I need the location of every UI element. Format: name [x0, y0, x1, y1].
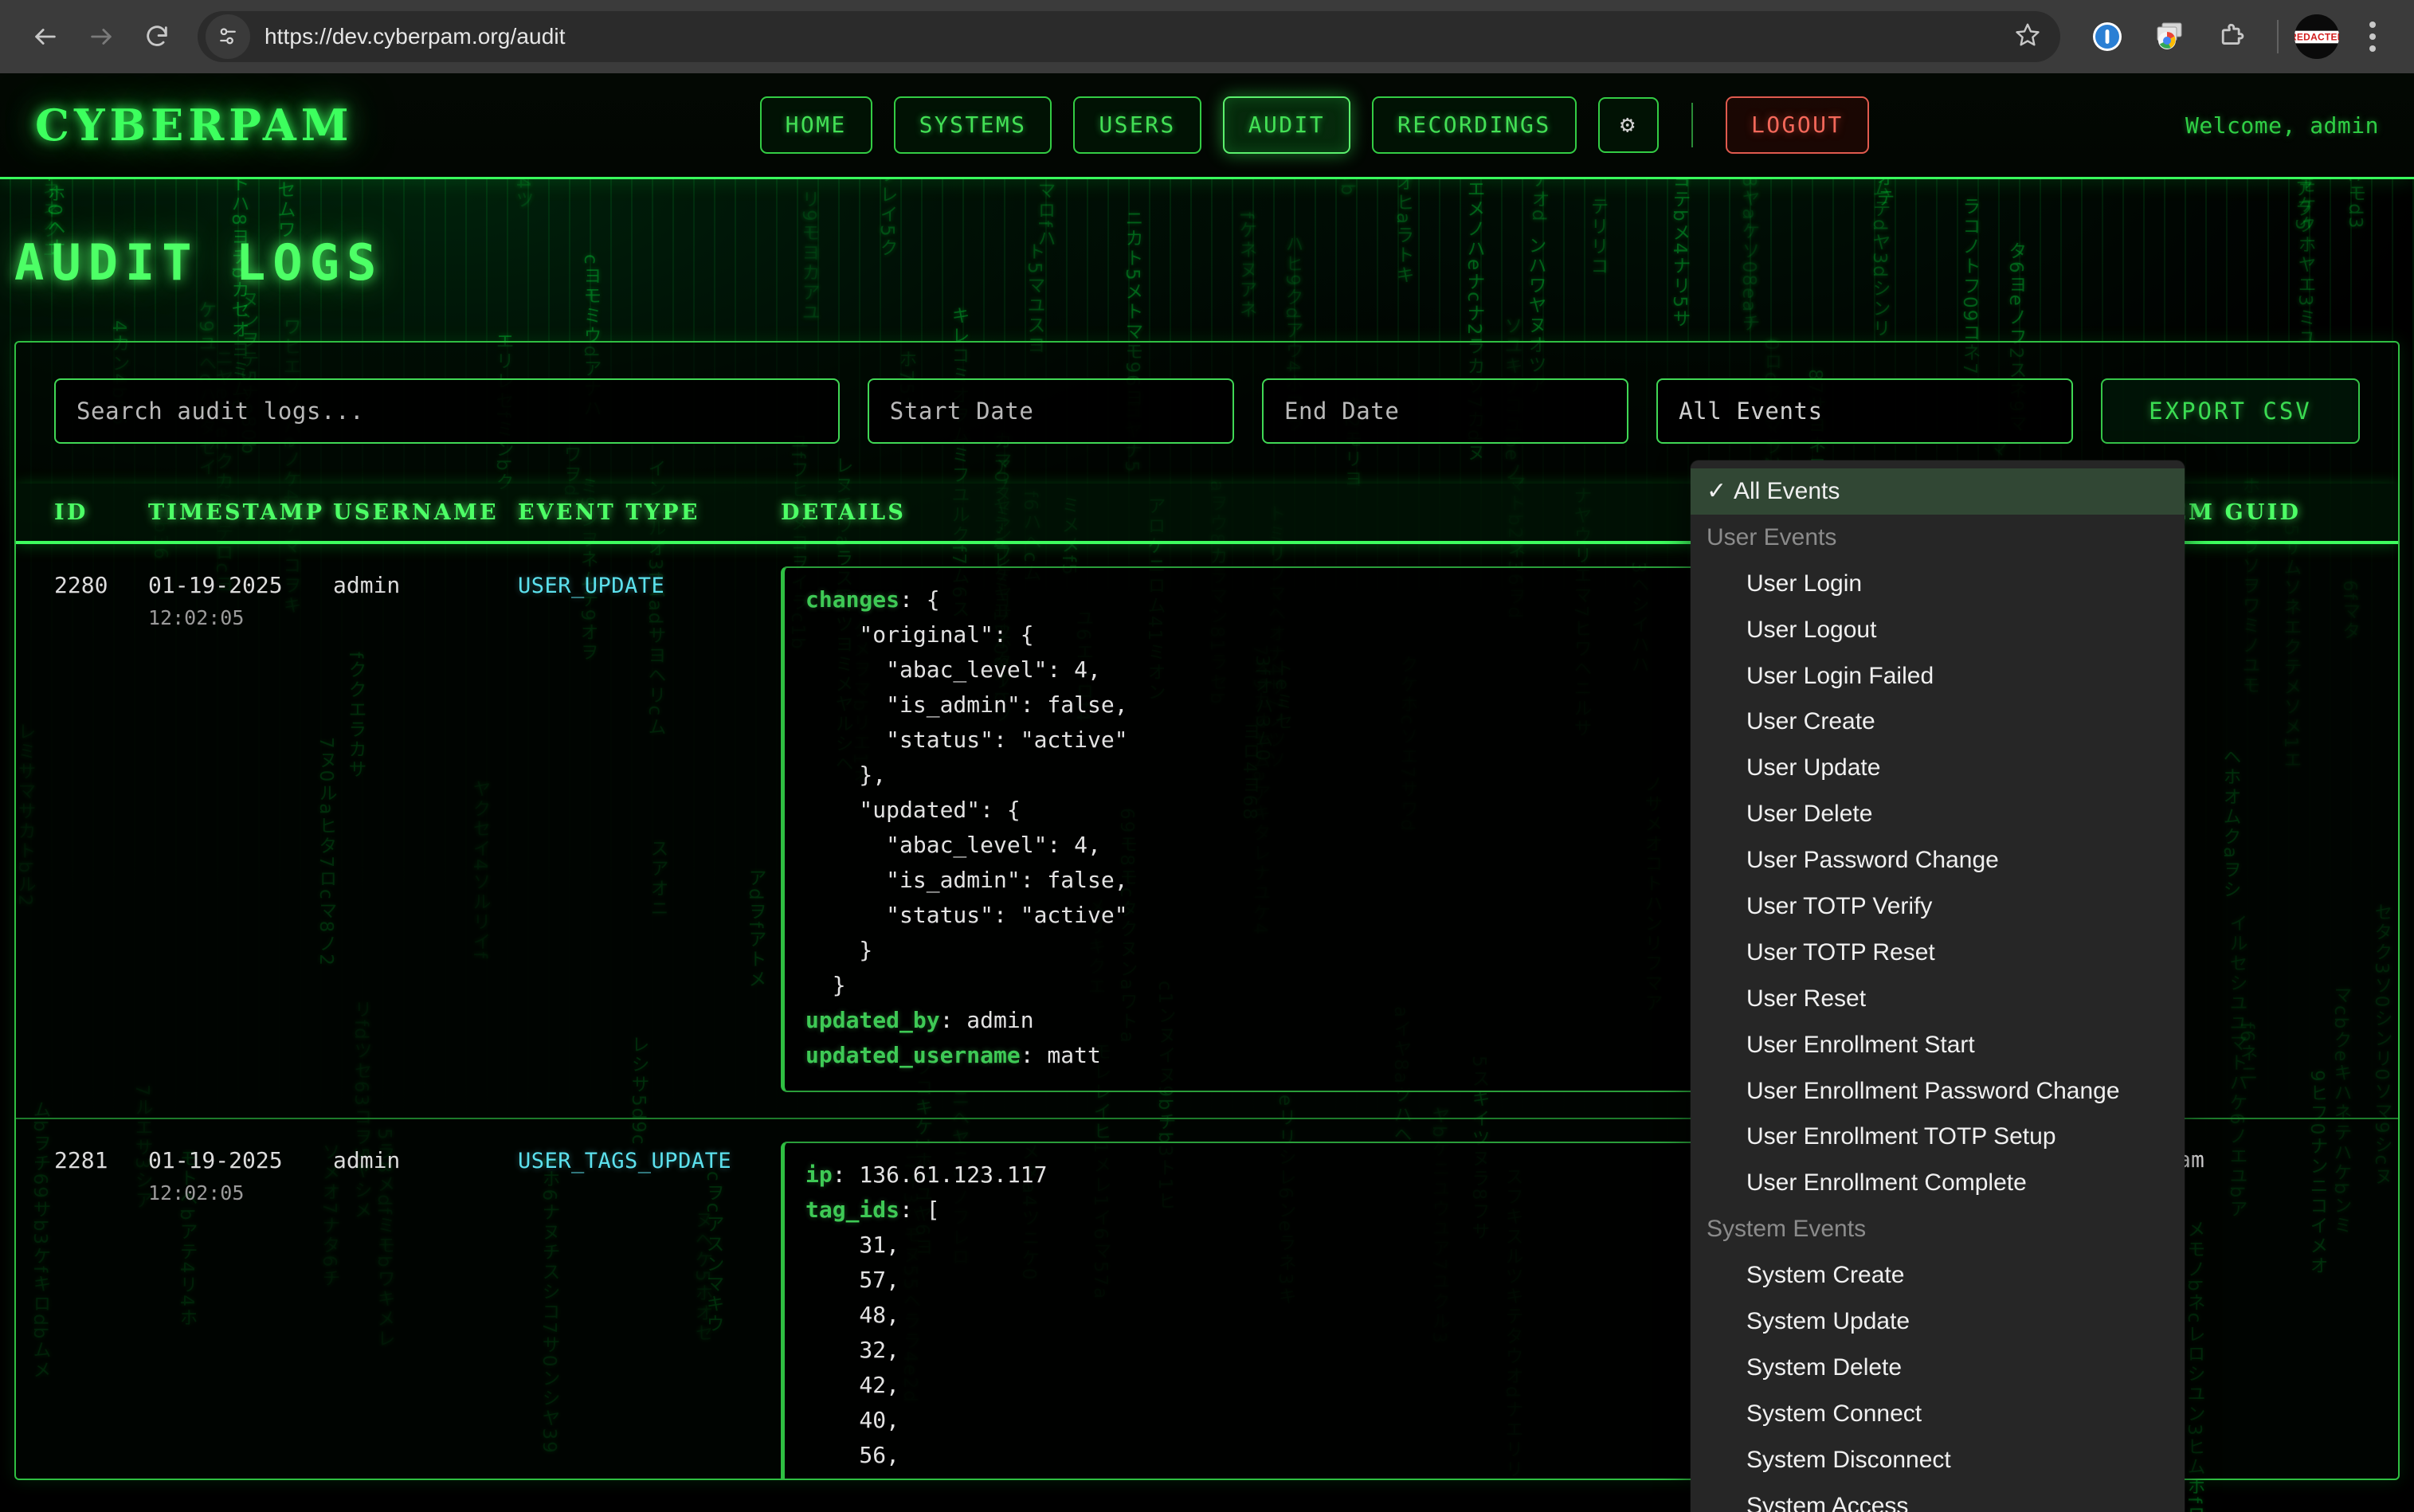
details-key: changes	[805, 586, 899, 613]
nav-item-home[interactable]: HOME	[760, 96, 872, 154]
logout-button[interactable]: LOGOUT	[1726, 96, 1869, 154]
onepassword-extension-icon[interactable]	[2083, 12, 2132, 61]
column-header-timestamp[interactable]: TIMESTAMP	[148, 500, 333, 525]
cell-event-type: USER_TAGS_UPDATE	[518, 1142, 781, 1176]
settings-gear-icon[interactable]: ⚙	[1598, 97, 1659, 153]
dropdown-item-9[interactable]: User TOTP Verify	[1691, 883, 2185, 930]
cell-username: admin	[333, 1142, 518, 1176]
search-input[interactable]: Search audit logs...	[54, 378, 840, 444]
dropdown-item-6[interactable]: User Update	[1691, 745, 2185, 791]
dropdown-item-2[interactable]: User Login	[1691, 561, 2185, 607]
nav-item-users[interactable]: USERS	[1073, 96, 1201, 154]
check-icon: ✓	[1707, 476, 1734, 507]
dropdown-item-3[interactable]: User Logout	[1691, 607, 2185, 653]
cell-time: 12:02:05	[148, 1180, 333, 1206]
nav-item-audit[interactable]: AUDIT	[1223, 96, 1350, 154]
dropdown-item-21[interactable]: System Disconnect	[1691, 1437, 2185, 1483]
cell-id: 2281	[54, 1142, 148, 1176]
app-root: リヒニキ2ノサメオコトハンリフマア9フエヨヘ7クヨサテルンモリスハラハヒ9クdア…	[0, 73, 2414, 1512]
chrome-menu-icon[interactable]	[2350, 12, 2395, 61]
dropdown-item-10[interactable]: User TOTP Reset	[1691, 930, 2185, 976]
event-type-select[interactable]: All Events	[1656, 378, 2073, 444]
details-key: updated_username	[805, 1042, 1021, 1068]
start-date-input[interactable]: Start Date	[868, 378, 1234, 444]
welcome-text: Welcome, admin	[2185, 112, 2379, 139]
dropdown-item-17[interactable]: System Create	[1691, 1252, 2185, 1299]
cell-time: 12:02:05	[148, 605, 333, 631]
back-button[interactable]	[19, 10, 72, 63]
extensions-icon[interactable]	[2207, 12, 2256, 61]
main-nav: HOME SYSTEMS USERS AUDIT RECORDINGS ⚙ LO…	[760, 96, 1869, 154]
site-info-icon[interactable]	[206, 14, 250, 59]
bookmark-icon[interactable]	[2014, 22, 2041, 53]
cell-timestamp: 01-19-202512:02:05	[148, 1142, 333, 1206]
reload-button[interactable]	[131, 10, 183, 63]
cell-event-type: USER_UPDATE	[518, 566, 781, 601]
brand-logo[interactable]: CYBERPAM	[35, 100, 354, 151]
export-csv-button[interactable]: EXPORT CSV	[2101, 378, 2360, 444]
screenshot-extension-icon[interactable]	[2145, 12, 2194, 61]
browser-toolbar: https://dev.cyberpam.org/audit REDACTED	[0, 0, 2414, 73]
dropdown-group-label: System Events	[1691, 1206, 2185, 1252]
column-header-username[interactable]: USERNAME	[333, 500, 518, 525]
dropdown-group-label: User Events	[1691, 515, 2185, 561]
dropdown-item-14[interactable]: User Enrollment TOTP Setup	[1691, 1114, 2185, 1160]
column-header-id[interactable]: ID	[54, 500, 148, 525]
dropdown-item-22[interactable]: System Access	[1691, 1483, 2185, 1512]
url-text: https://dev.cyberpam.org/audit	[265, 24, 566, 49]
cell-timestamp: 01-19-202512:02:05	[148, 566, 333, 631]
event-type-select-value: All Events	[1679, 398, 1823, 425]
column-header-event-type[interactable]: EVENT TYPE	[518, 500, 781, 525]
dropdown-item-7[interactable]: User Delete	[1691, 791, 2185, 837]
end-date-input[interactable]: End Date	[1262, 378, 1628, 444]
nav-item-recordings[interactable]: RECORDINGS	[1372, 96, 1577, 154]
dropdown-item-4[interactable]: User Login Failed	[1691, 653, 2185, 699]
cell-username: admin	[333, 566, 518, 601]
dropdown-item-19[interactable]: System Delete	[1691, 1345, 2185, 1391]
dropdown-item-13[interactable]: User Enrollment Password Change	[1691, 1068, 2185, 1114]
site-header: CYBERPAM HOME SYSTEMS USERS AUDIT RECORD…	[0, 73, 2414, 179]
page-title: AUDIT LOGS	[0, 179, 2414, 292]
details-key: tag_ids	[805, 1197, 899, 1223]
filter-bar: Search audit logs... Start Date End Date…	[16, 343, 2398, 444]
dropdown-item-18[interactable]: System Update	[1691, 1299, 2185, 1345]
dropdown-item-0[interactable]: ✓All Events	[1691, 468, 2185, 515]
dropdown-item-5[interactable]: User Create	[1691, 699, 2185, 745]
profile-avatar[interactable]: REDACTED	[2294, 14, 2339, 59]
dropdown-item-15[interactable]: User Enrollment Complete	[1691, 1160, 2185, 1206]
profile-label: REDACTED	[2294, 30, 2339, 43]
dropdown-item-8[interactable]: User Password Change	[1691, 837, 2185, 883]
address-bar[interactable]: https://dev.cyberpam.org/audit	[198, 11, 2060, 62]
nav-item-systems[interactable]: SYSTEMS	[894, 96, 1052, 154]
nav-divider	[1691, 103, 1693, 147]
details-key: updated_by	[805, 1007, 940, 1033]
toolbar-divider	[2277, 20, 2279, 53]
details-key: ip	[805, 1161, 833, 1188]
dropdown-item-20[interactable]: System Connect	[1691, 1391, 2185, 1437]
event-type-dropdown[interactable]: ✓All EventsUser EventsUser LoginUser Log…	[1691, 460, 2185, 1512]
dropdown-item-12[interactable]: User Enrollment Start	[1691, 1022, 2185, 1068]
dropdown-item-11[interactable]: User Reset	[1691, 976, 2185, 1022]
forward-button[interactable]	[75, 10, 127, 63]
cell-id: 2280	[54, 566, 148, 601]
